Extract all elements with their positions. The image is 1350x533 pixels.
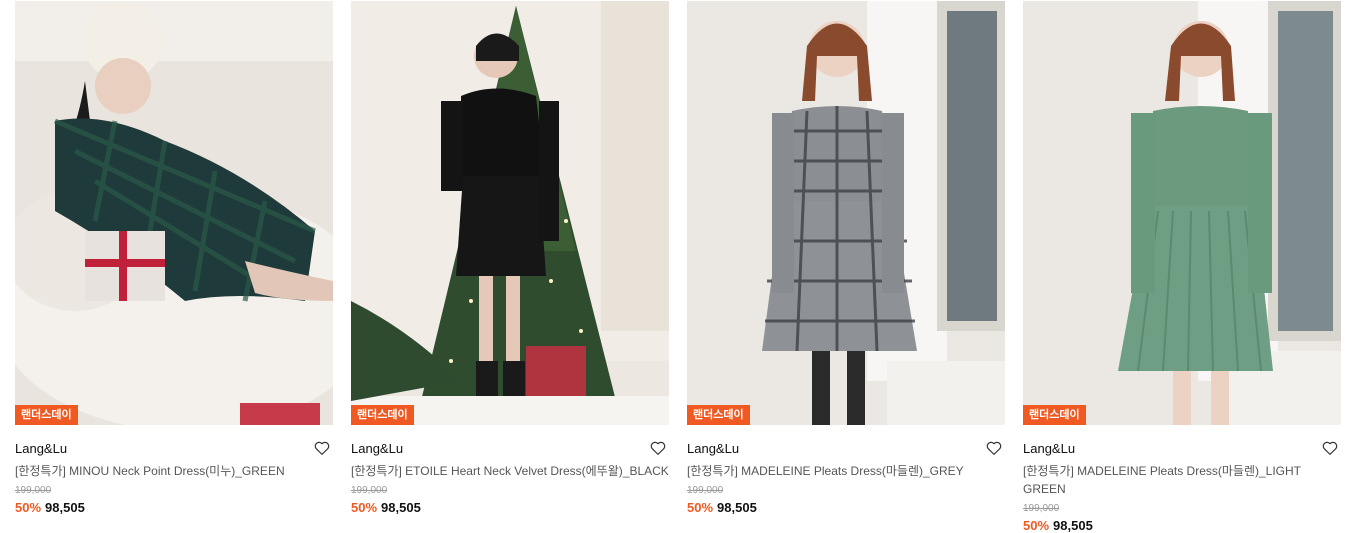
sale-price: 98,505 (381, 500, 421, 515)
brand-row: Lang&Lu (687, 439, 1005, 457)
brand-row: Lang&Lu (351, 439, 669, 457)
product-grid: 랜더스데이 Lang&Lu [한정특가] MINOU Neck Point Dr… (15, 1, 1341, 533)
product-photo (687, 1, 1005, 425)
brand-row: Lang&Lu (15, 439, 333, 457)
product-card[interactable]: 랜더스데이 Lang&Lu [한정특가] MINOU Neck Point Dr… (15, 1, 333, 533)
product-name[interactable]: [한정특가] ETOILE Heart Neck Velvet Dress(에뚜… (351, 462, 669, 480)
product-name[interactable]: [한정특가] MADELEINE Pleats Dress(마들렌)_GREY (687, 462, 1005, 480)
heart-outline-icon[interactable] (313, 439, 331, 457)
heart-outline-icon[interactable] (985, 439, 1003, 457)
price-row: 50% 98,505 (15, 500, 333, 515)
promo-badge: 랜더스데이 (1023, 405, 1086, 425)
discount-rate: 50% (15, 500, 42, 515)
price-row: 50% 98,505 (351, 500, 669, 515)
product-card[interactable]: 랜더스데이 Lang&Lu [한정특가] MADELEINE Pleats Dr… (1023, 1, 1341, 533)
product-card[interactable]: 랜더스데이 Lang&Lu [한정특가] ETOILE Heart Neck V… (351, 1, 669, 533)
discount-rate: 50% (351, 500, 378, 515)
product-photo (15, 1, 333, 425)
product-image[interactable]: 랜더스데이 (15, 1, 333, 425)
promo-badge: 랜더스데이 (351, 405, 414, 425)
promo-badge: 랜더스데이 (687, 405, 750, 425)
original-price: 199,000 (1023, 503, 1060, 514)
price-row: 50% 98,505 (687, 500, 1005, 515)
brand-name[interactable]: Lang&Lu (1023, 441, 1075, 456)
original-price: 199,000 (15, 485, 52, 496)
brand-name[interactable]: Lang&Lu (687, 441, 739, 456)
product-name[interactable]: [한정특가] MINOU Neck Point Dress(미누)_GREEN (15, 462, 333, 480)
brand-row: Lang&Lu (1023, 439, 1341, 457)
brand-name[interactable]: Lang&Lu (351, 441, 403, 456)
product-image[interactable]: 랜더스데이 (351, 1, 669, 425)
promo-badge: 랜더스데이 (15, 405, 78, 425)
product-image[interactable]: 랜더스데이 (687, 1, 1005, 425)
original-price: 199,000 (687, 485, 724, 496)
product-photo (351, 1, 669, 425)
sale-price: 98,505 (717, 500, 757, 515)
product-card[interactable]: 랜더스데이 Lang&Lu [한정특가] MADELEINE Pleats Dr… (687, 1, 1005, 533)
brand-name[interactable]: Lang&Lu (15, 441, 67, 456)
heart-outline-icon[interactable] (649, 439, 667, 457)
product-image[interactable]: 랜더스데이 (1023, 1, 1341, 425)
product-photo (1023, 1, 1341, 425)
discount-rate: 50% (687, 500, 714, 515)
original-price: 199,000 (351, 485, 388, 496)
product-name[interactable]: [한정특가] MADELEINE Pleats Dress(마들렌)_LIGHT… (1023, 462, 1341, 498)
sale-price: 98,505 (45, 500, 85, 515)
heart-outline-icon[interactable] (1321, 439, 1339, 457)
